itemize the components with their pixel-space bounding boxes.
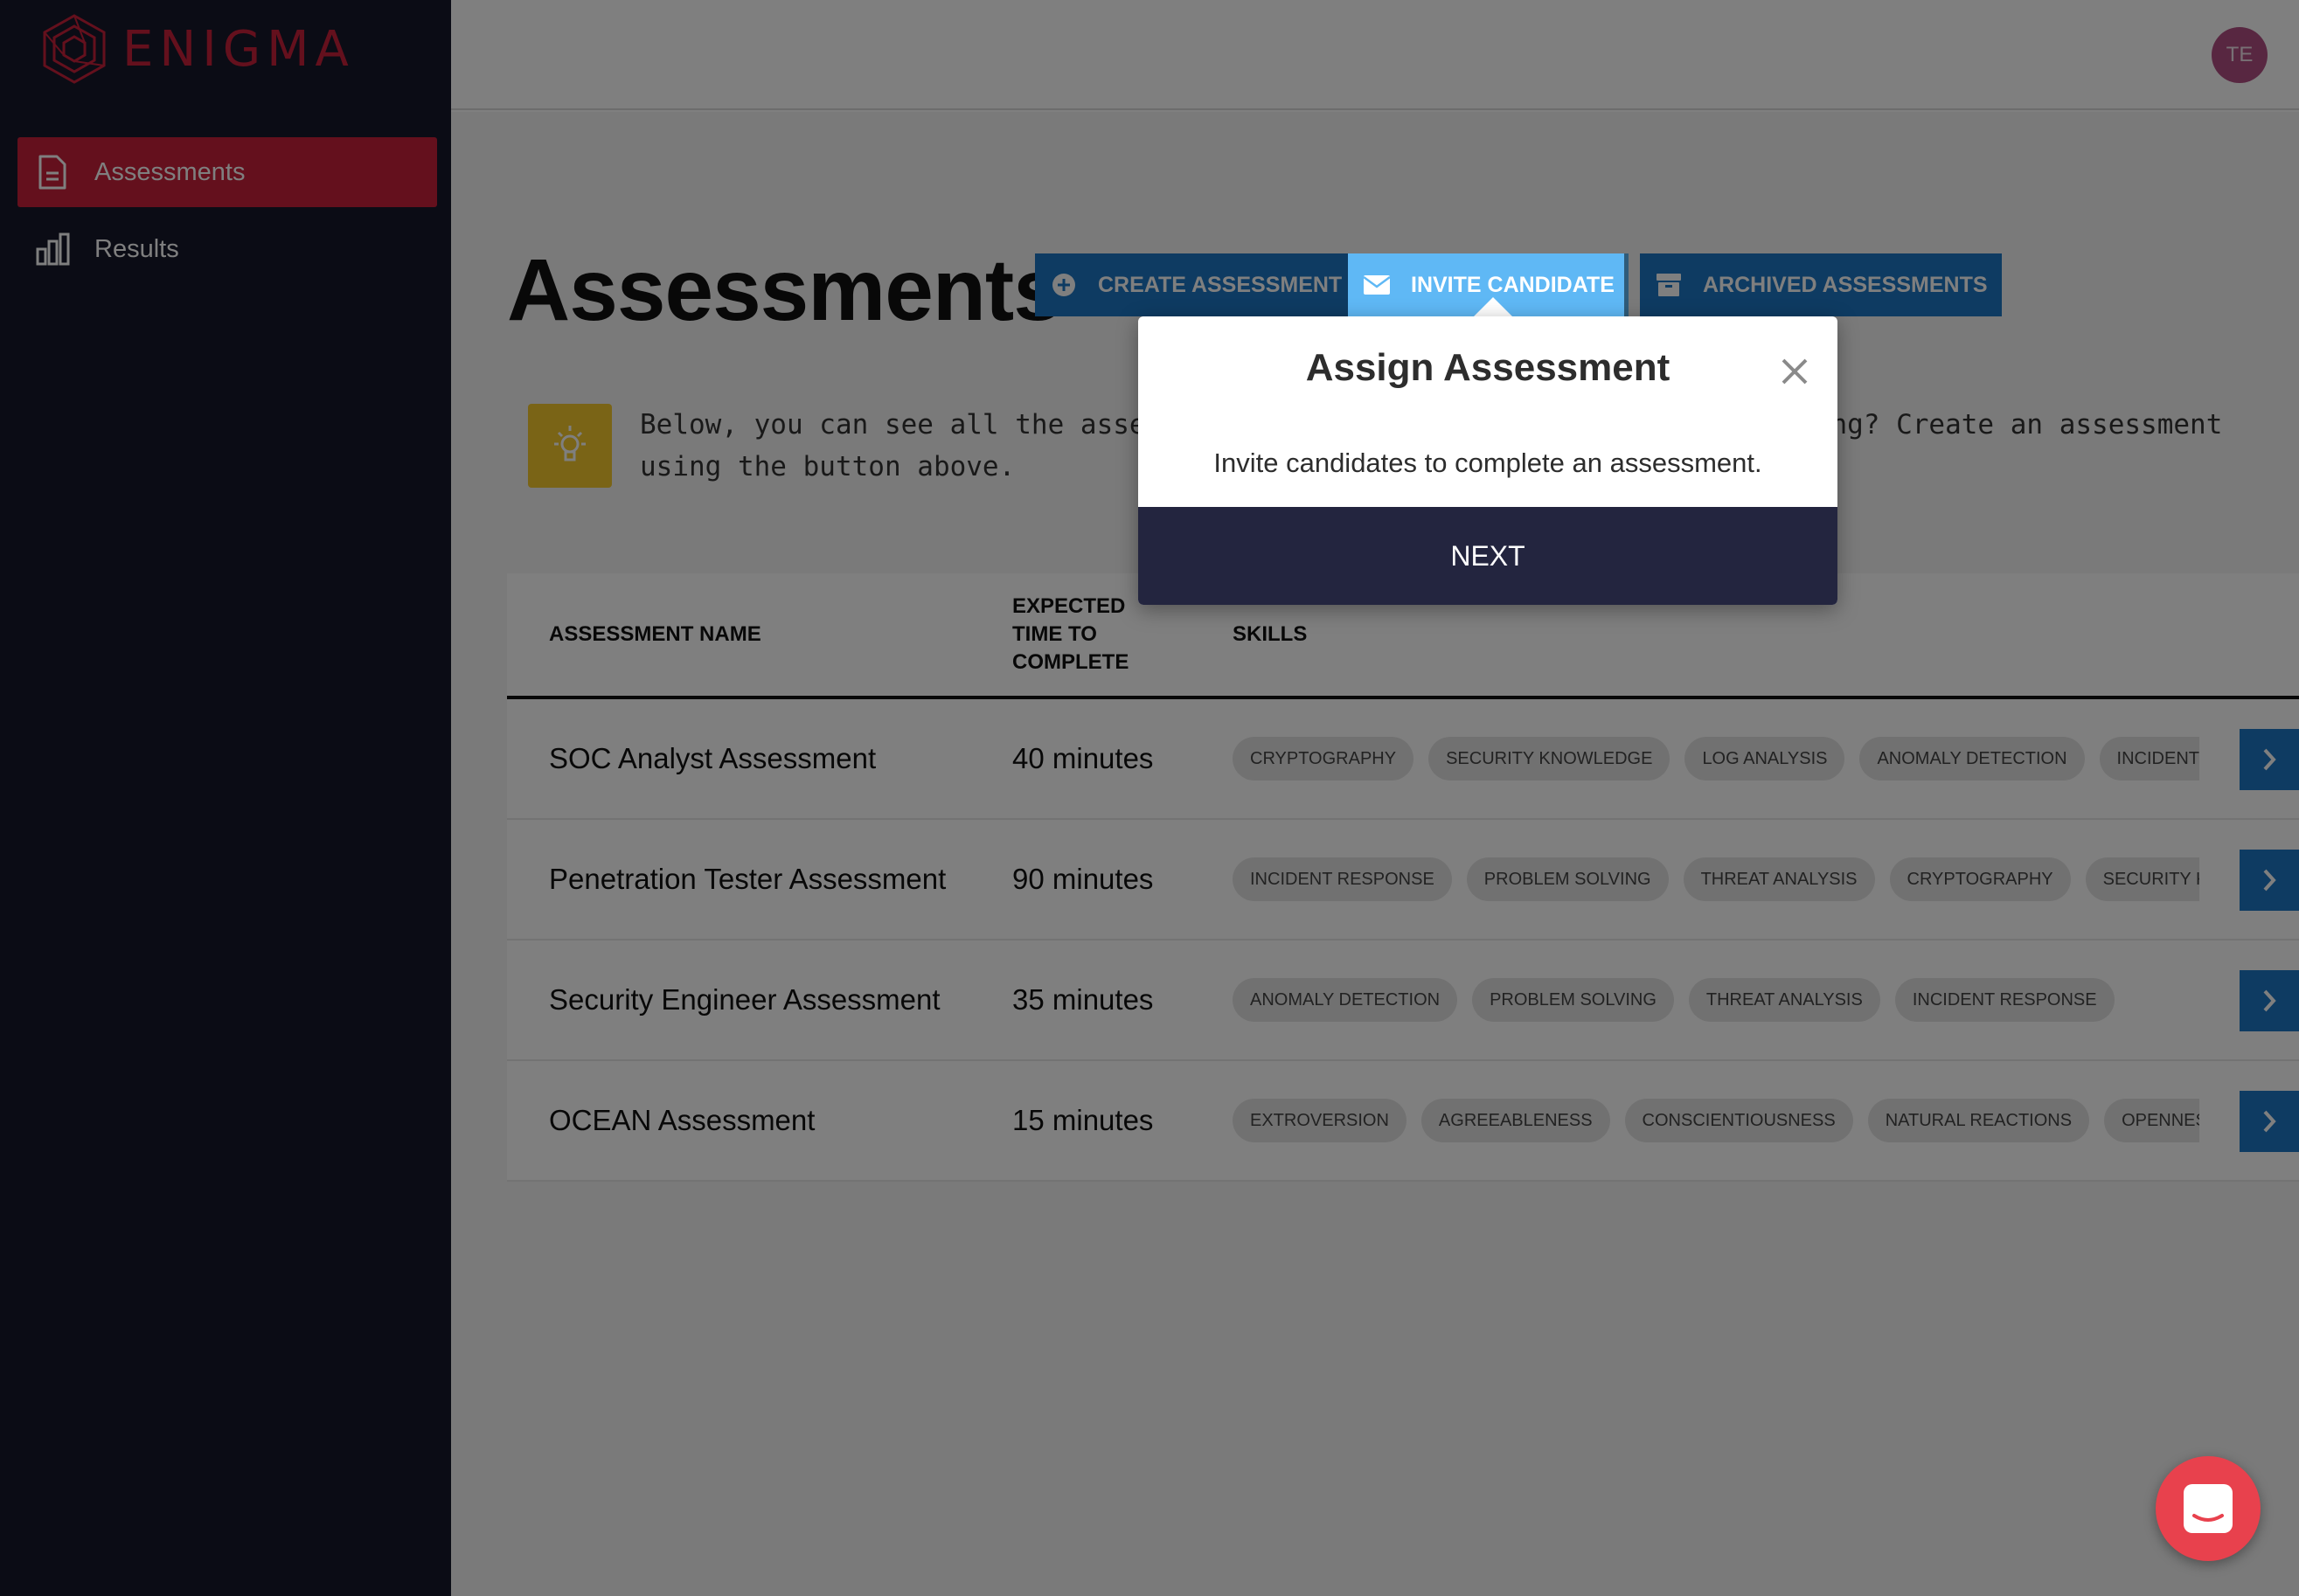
chat-launcher-button[interactable] [2156,1456,2261,1561]
app-root: ENIGMA Assessments Results [0,0,2299,1596]
tour-overlay[interactable] [0,0,2299,1596]
next-button[interactable]: NEXT [1138,507,1837,605]
invite-candidate-label: INVITE CANDIDATE [1411,272,1615,297]
assign-assessment-popover: Assign Assessment Invite candidates to c… [1138,316,1837,605]
close-icon[interactable] [1780,357,1809,386]
popover-caret [1474,297,1512,316]
popover-title: Assign Assessment [1305,346,1670,389]
chat-icon [2184,1484,2233,1533]
popover-description: Invite candidates to complete an assessm… [1213,448,1762,478]
envelope-icon [1364,272,1390,298]
